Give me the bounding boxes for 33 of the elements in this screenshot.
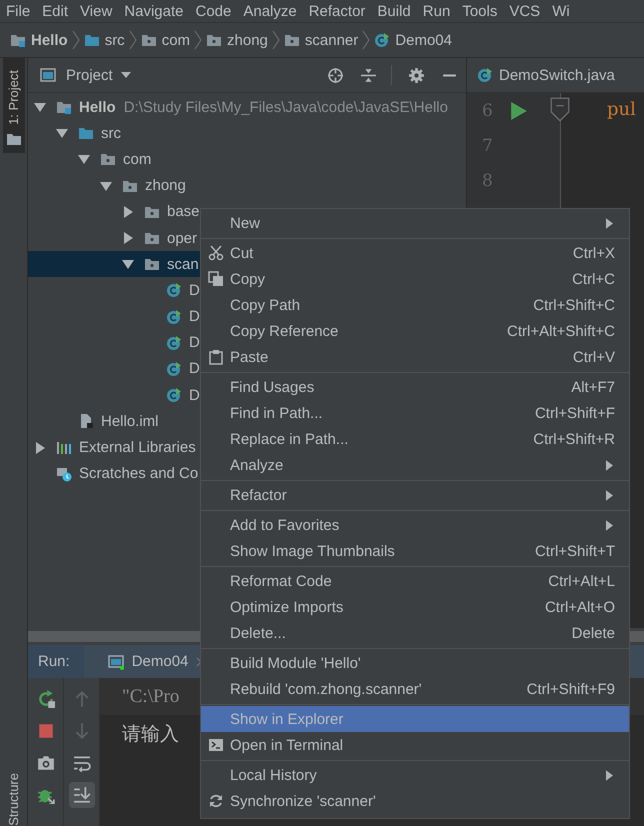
tree-label: base <box>167 203 200 220</box>
tree-label: src <box>101 124 121 142</box>
tree-label: Hello.iml <box>101 412 159 430</box>
shortcut-label: Ctrl+Alt+L <box>548 572 615 590</box>
shortcut-label: Ctrl+Shift+T <box>534 542 615 560</box>
console-text: 请输入 <box>122 722 179 746</box>
shortcut-label: Ctrl+Shift+C <box>533 296 615 314</box>
shortcut-label: Ctrl+C <box>572 270 615 288</box>
tree-label: Hello <box>79 98 116 116</box>
tree-label: oper <box>167 230 198 247</box>
tree-label: zhong <box>145 177 186 194</box>
shortcut-label: Ctrl+Shift+R <box>533 430 615 448</box>
tree-label: External Libraries <box>79 439 196 456</box>
tree-label: Scratches and Co <box>79 465 198 482</box>
tree-label: D <box>189 386 200 404</box>
tree-label: scan <box>167 256 199 273</box>
shortcut-label: Delete <box>572 624 615 642</box>
shortcut-label: Ctrl+Shift+F <box>534 404 615 422</box>
shortcut-label: Ctrl+Shift+F9 <box>526 680 615 698</box>
code-text: pul <box>607 99 636 120</box>
path-label: D:\Study Files\My_Files\Java\code\JavaSE\Hello <box>124 98 448 116</box>
shortcut-label: Ctrl+Alt+O <box>544 598 615 616</box>
run-label: Run: <box>28 645 84 678</box>
tree-label: D <box>189 334 200 352</box>
console-text: "C:\Pro <box>122 686 180 708</box>
tree-label: com <box>123 150 152 168</box>
shortcut-label: Ctrl+V <box>572 348 615 366</box>
shortcut-label: Ctrl+X <box>572 244 615 262</box>
shortcut-label: Ctrl+Alt+Shift+C <box>507 322 615 340</box>
tree-label: D <box>189 308 200 326</box>
shortcut-label: Alt+F7 <box>571 378 615 396</box>
tree-label: D <box>189 282 200 299</box>
tree-label: D <box>189 360 200 378</box>
